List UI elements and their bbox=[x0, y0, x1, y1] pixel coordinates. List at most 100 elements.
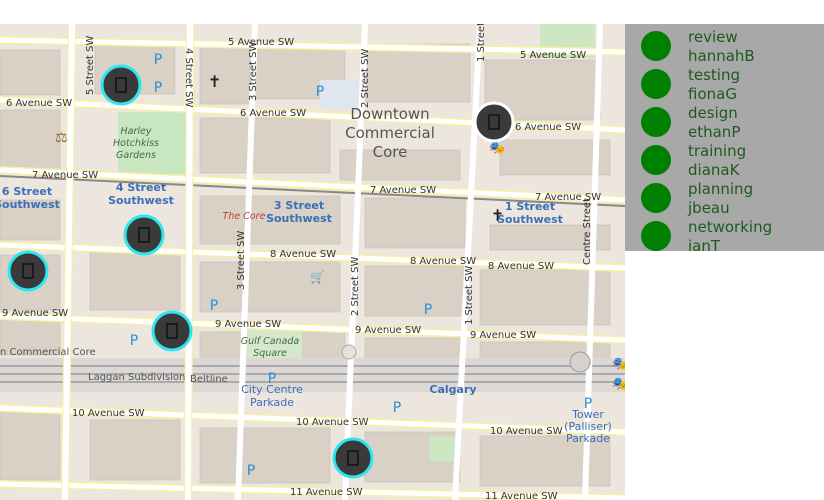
courthouse-icon: ⚖ bbox=[55, 130, 68, 146]
church-icon: ✝ bbox=[208, 72, 221, 91]
label-9-avenue-east: 9 Avenue SW bbox=[470, 330, 536, 341]
parking-icon: P bbox=[268, 371, 276, 387]
map-view[interactable]: 5 Avenue SW 5 Avenue SW 6 Avenue SW 6 Av… bbox=[0, 24, 625, 500]
label-5-avenue: 5 Avenue SW bbox=[228, 37, 294, 48]
legend-title: training bbox=[688, 142, 747, 160]
label-10-avenue-mid: 10 Avenue SW bbox=[296, 417, 369, 428]
station-3-street-line2: Southwest bbox=[266, 212, 332, 225]
map-marker-event-4[interactable] bbox=[7, 250, 49, 292]
legend-item-networking[interactable]: networking ianT bbox=[625, 219, 824, 257]
station-3-street-line1: 3 Street bbox=[274, 199, 324, 212]
parking-icon: P bbox=[130, 333, 138, 349]
legend-user: jbeau bbox=[688, 199, 730, 217]
district-label-line3: Core bbox=[373, 143, 408, 161]
legend-user: ethanP bbox=[688, 123, 741, 141]
label-5-avenue-east: 5 Avenue SW bbox=[520, 50, 586, 61]
poi-the-core: The Core bbox=[223, 211, 266, 222]
label-10-avenue: 10 Avenue SW bbox=[72, 408, 145, 419]
theatre-icon: 🎭 bbox=[612, 357, 625, 372]
label-8-avenue-mid: 8 Avenue SW bbox=[410, 256, 476, 267]
label-8-avenue: 8 Avenue SW bbox=[270, 249, 336, 260]
label-1-street: 1 Street SW bbox=[476, 24, 487, 62]
rail-laggan-label: Laggan Subdivision bbox=[88, 372, 185, 383]
legend-dot-icon bbox=[641, 69, 671, 99]
label-6-avenue-east: 6 Avenue SW bbox=[515, 122, 581, 133]
label-2-street: 2 Street SW bbox=[360, 49, 371, 108]
label-9-avenue-mid: 9 Avenue SW bbox=[215, 319, 281, 330]
station-4-street-line2: Southwest bbox=[108, 194, 174, 207]
parking-icon: P bbox=[154, 80, 162, 96]
station-1-street-line2: Southwest bbox=[497, 213, 563, 226]
legend-user: dianaK bbox=[688, 161, 740, 179]
parking-icon: P bbox=[154, 52, 162, 68]
park-gulf-line2: Square bbox=[253, 348, 287, 359]
theatre-icon: 🎭 bbox=[489, 141, 505, 156]
parking-icon: P bbox=[210, 298, 218, 314]
legend-item-training[interactable]: training dianaK bbox=[625, 143, 824, 181]
parking-icon: P bbox=[393, 400, 401, 416]
rail-commercial-label: n Commercial Core bbox=[0, 347, 96, 358]
park-gulf-line1: Gulf Canada bbox=[241, 336, 300, 347]
legend-dot-icon bbox=[641, 145, 671, 175]
fountain-icon bbox=[341, 344, 357, 360]
label-5-street: 5 Street SW bbox=[85, 36, 96, 95]
station-6-street-line2: Southwest bbox=[0, 198, 60, 211]
event-legend: review hannahB testing fionaG design eth… bbox=[625, 24, 824, 255]
legend-dot-icon bbox=[641, 221, 671, 251]
parking-icon: P bbox=[316, 84, 324, 100]
parking-icon: P bbox=[247, 463, 255, 479]
park-harley-line1: Harley bbox=[121, 126, 152, 137]
station-4-street-line1: 4 Street bbox=[116, 181, 166, 194]
station-1-street-line1: 1 Street bbox=[505, 200, 555, 213]
legend-title: testing bbox=[688, 66, 741, 84]
station-calgary: Calgary bbox=[429, 383, 476, 396]
shopping-cart-icon: 🛒 bbox=[310, 270, 325, 284]
legend-user: ianT bbox=[688, 237, 721, 255]
label-3-street: 3 Street SW bbox=[248, 42, 259, 101]
legend-dot-icon bbox=[641, 31, 671, 61]
legend-item-planning[interactable]: planning jbeau bbox=[625, 181, 824, 219]
map-canvas: 5 Avenue SW 5 Avenue SW 6 Avenue SW 6 Av… bbox=[0, 24, 625, 500]
legend-title: networking bbox=[688, 218, 773, 236]
poi-tower-line3: Parkade bbox=[566, 432, 610, 445]
park-harley-line2: Hotchkiss bbox=[113, 138, 159, 149]
map-marker-event-3[interactable] bbox=[123, 214, 165, 256]
station-6-street-line1: 6 Street bbox=[2, 185, 52, 198]
district-label-line1: Downtown bbox=[350, 105, 429, 123]
district-label-line2: Commercial bbox=[345, 124, 435, 142]
map-marker-event-2[interactable] bbox=[473, 101, 515, 143]
theatre-icon: 🎭 bbox=[612, 377, 625, 392]
label-1-street-south: 1 Street SW bbox=[464, 266, 475, 325]
church-icon: ✝ bbox=[491, 206, 504, 225]
legend-dot-icon bbox=[641, 183, 671, 213]
label-9-avenue: 9 Avenue SW bbox=[2, 308, 68, 319]
poi-parkade-line2: Parkade bbox=[250, 396, 294, 409]
label-3-street-south: 3 Street SW bbox=[236, 231, 247, 290]
legend-item-testing[interactable]: testing fionaG bbox=[625, 67, 824, 105]
label-centre-street: Centre Street bbox=[582, 198, 593, 265]
label-6-avenue-mid: 6 Avenue SW bbox=[240, 108, 306, 119]
label-7-avenue-mid: 7 Avenue SW bbox=[370, 185, 436, 196]
label-10-avenue-east: 10 Avenue SW bbox=[490, 426, 563, 437]
legend-title: planning bbox=[688, 180, 754, 198]
parking-icon: P bbox=[584, 396, 592, 412]
monument-icon bbox=[569, 351, 591, 373]
label-4-street: 4 Street SW bbox=[183, 48, 194, 107]
parking-icon: P bbox=[424, 302, 432, 318]
legend-dot-icon bbox=[641, 107, 671, 137]
map-marker-event-5[interactable] bbox=[151, 310, 193, 352]
legend-item-design[interactable]: design ethanP bbox=[625, 105, 824, 143]
label-7-avenue: 7 Avenue SW bbox=[32, 170, 98, 181]
label-2-street-south: 2 Street SW bbox=[350, 257, 361, 316]
legend-item-review[interactable]: review hannahB bbox=[625, 29, 824, 67]
legend-user: fionaG bbox=[688, 85, 737, 103]
legend-user: hannahB bbox=[688, 47, 755, 65]
label-11-avenue-east: 11 Avenue SW bbox=[485, 491, 558, 500]
map-marker-event-6[interactable] bbox=[332, 437, 374, 479]
legend-title: review bbox=[688, 28, 738, 46]
legend-title: design bbox=[688, 104, 738, 122]
map-marker-event-1[interactable] bbox=[100, 64, 142, 106]
label-6-avenue: 6 Avenue SW bbox=[6, 98, 72, 109]
label-8-avenue-east: 8 Avenue SW bbox=[488, 261, 554, 272]
label-11-avenue: 11 Avenue SW bbox=[290, 487, 363, 498]
